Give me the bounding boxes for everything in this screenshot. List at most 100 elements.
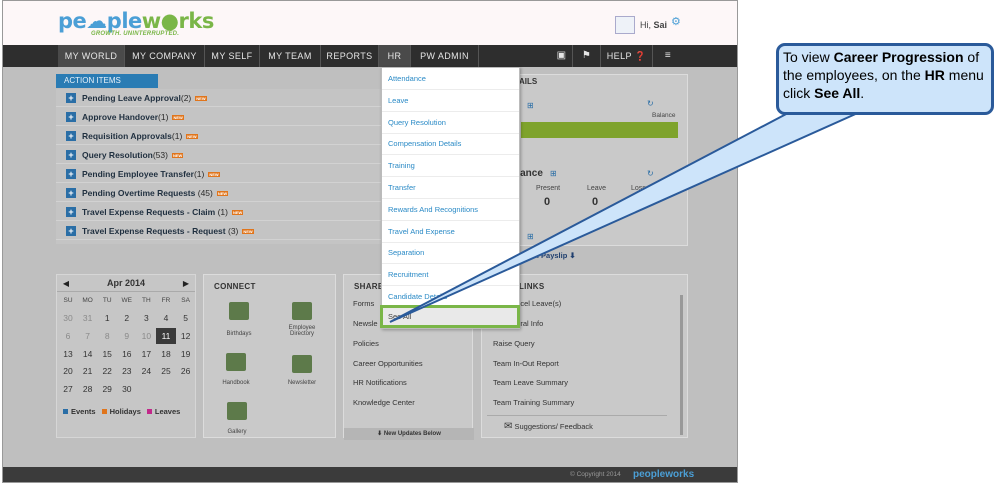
action-item-label[interactable]: Pending Employee Transfer [82,169,194,179]
hr-menu-item[interactable]: Transfer [382,177,519,199]
action-item-row[interactable]: + Pending Employee Transfer(1) NEW [56,165,381,183]
handbook-icon[interactable] [226,353,246,371]
link-raise-query[interactable]: Raise Query [493,339,535,348]
payslip-expand-icon[interactable]: ⊞ [527,232,534,241]
see-all-menu-item[interactable]: See All [380,305,520,328]
hr-menu-item[interactable]: Travel And Expense [382,221,519,243]
nav-reports[interactable]: REPORTS [321,45,379,67]
feedback-link[interactable]: ✉ Suggestions/ Feedback [504,421,593,432]
action-item-label[interactable]: Pending Overtime Requests [82,188,195,198]
calendar-day[interactable]: 10 [136,328,156,344]
action-item-label[interactable]: Travel Expense Requests - Request [82,226,226,236]
action-item-row[interactable]: + Pending Overtime Requests (45) NEW [56,184,381,202]
birthdays-label[interactable]: Birthdays [214,331,264,337]
calendar-day[interactable]: 25 [156,363,176,379]
action-item-label[interactable]: Pending Leave Approval [82,93,181,103]
action-item-label[interactable]: Requisition Approvals [82,131,172,141]
calendar-day[interactable]: 17 [136,346,156,362]
attendance-expand-icon[interactable]: ⊞ [550,169,557,178]
calendar-day[interactable]: 9 [117,328,137,344]
scrollbar[interactable] [680,295,683,435]
calendar-day[interactable]: 8 [97,328,117,344]
gear-icon[interactable]: ⚙ [671,15,681,28]
action-item-row[interactable]: + Pending Leave Approval(2) NEW [56,89,381,107]
gallery-icon[interactable] [227,402,247,420]
shared-link-hr-notifications[interactable]: HR Notifications [353,378,407,387]
refresh-icon[interactable]: ↻ [647,99,654,108]
calendar-day[interactable]: 30 [58,310,78,326]
link-team-in-out-report[interactable]: Team In-Out Report [493,359,559,368]
newsletter-label[interactable]: Newsletter [277,380,327,386]
action-item-label[interactable]: Query Resolution [82,150,153,160]
attendance-refresh-icon[interactable]: ↻ [647,169,654,178]
gallery-label[interactable]: Gallery [212,429,262,435]
nav-pw-admin[interactable]: PW ADMIN [411,45,479,67]
action-item-row[interactable]: + Travel Expense Requests - Request (3) NE… [56,222,381,240]
calendar-day[interactable]: 27 [58,381,78,397]
calendar-day[interactable]: 31 [78,310,98,326]
calendar-prev-icon[interactable]: ◀ [59,275,73,292]
expand-plus-icon[interactable]: + [66,131,76,141]
payslip-link[interactable]: d uni Payslip ⬇ [521,251,576,260]
calendar-day[interactable]: 19 [176,346,196,362]
calendar-day[interactable]: 23 [117,363,137,379]
action-item-label[interactable]: Travel Expense Requests - Claim [82,207,215,217]
expand-plus-icon[interactable]: + [66,150,76,160]
calendar-day[interactable]: 7 [78,328,98,344]
action-item-row[interactable]: + Approve Handover(1) NEW [56,108,381,126]
nav-my-world[interactable]: MY WORLD [58,45,125,67]
calendar-day[interactable]: 1 [97,310,117,326]
hr-menu-item[interactable]: Leave [382,90,519,112]
calendar-day[interactable]: 21 [78,363,98,379]
expand-plus-icon[interactable]: + [66,188,76,198]
employee-directory-icon[interactable] [292,302,312,320]
expand-plus-icon[interactable]: + [66,169,76,179]
hr-menu-item[interactable]: Recruitment [382,264,519,287]
logo[interactable]: pe☁plew●rks [58,9,214,33]
action-item-label[interactable]: Approve Handover [82,112,158,122]
calendar-day[interactable]: 15 [97,346,117,362]
calendar-day[interactable]: 26 [176,363,196,379]
expand-icon[interactable]: ⊞ [527,101,534,110]
help-menu[interactable]: HELP ❓ [601,45,653,67]
nav-my-company[interactable]: MY COMPANY [125,45,205,67]
avatar[interactable] [615,16,635,34]
calendar-day[interactable]: 30 [117,381,137,397]
calendar-day[interactable]: 12 [176,328,196,344]
hr-menu-item[interactable]: Rewards And Recognitions [382,199,519,221]
new-updates-button[interactable]: ⬇ New Updates Below [344,428,474,440]
shared-link-newsletter[interactable]: Newsle [353,319,378,328]
action-item-row[interactable]: + Query Resolution(53) NEW [56,146,381,164]
action-item-row[interactable]: + Travel Expense Requests - Claim (1) NEW [56,203,381,221]
employee-directory-label[interactable]: Employee Directory [277,325,327,337]
calendar-day[interactable]: 29 [97,381,117,397]
birthday-icon[interactable] [229,302,249,320]
expand-plus-icon[interactable]: + [66,93,76,103]
calendar-day[interactable]: 6 [58,328,78,344]
sitemap-icon[interactable]: ≡ [653,45,683,67]
shared-link-knowledge-center[interactable]: Knowledge Center [353,398,415,407]
nav-hr[interactable]: HR [379,45,411,67]
link-team-training-summary[interactable]: Team Training Summary [493,398,574,407]
hr-menu-item[interactable]: Compensation Details [382,133,519,156]
calendar-day[interactable]: 2 [117,310,137,326]
calendar-day[interactable]: 20 [58,363,78,379]
hr-menu-item[interactable]: Separation [382,242,519,265]
calendar-day[interactable]: 24 [136,363,156,379]
newsletter-icon[interactable] [292,355,312,373]
hr-menu-item[interactable]: Query Resolution [382,112,519,134]
shared-link-forms[interactable]: Forms [353,299,374,308]
calendar-next-icon[interactable]: ▶ [179,275,193,292]
expand-plus-icon[interactable]: + [66,112,76,122]
expand-plus-icon[interactable]: + [66,226,76,236]
handbook-label[interactable]: Handbook [211,380,261,386]
calendar-day[interactable]: 5 [176,310,196,326]
calendar-day[interactable]: 4 [156,310,176,326]
hr-menu-item[interactable]: Attendance [382,68,519,90]
nav-my-team[interactable]: MY TEAM [260,45,321,67]
flag-icon[interactable]: ⚑ [573,45,601,67]
calendar-day[interactable]: 28 [78,381,98,397]
calendar-day[interactable]: 16 [117,346,137,362]
action-item-row[interactable]: + Requisition Approvals(1) NEW [56,127,381,145]
calendar-day[interactable]: 3 [136,310,156,326]
